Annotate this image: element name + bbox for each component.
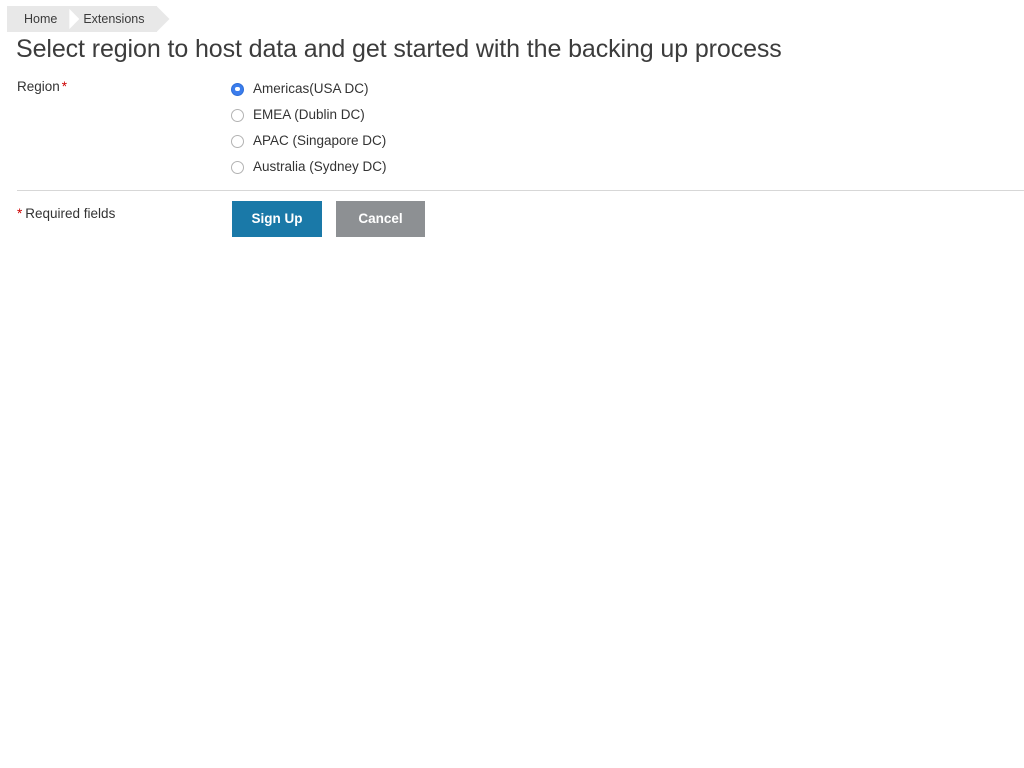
breadcrumb-item-label: Extensions [83, 11, 145, 26]
sign-up-button[interactable]: Sign Up [232, 201, 322, 237]
radio-unselected-icon[interactable] [231, 108, 244, 122]
breadcrumb-chevron-icon [156, 6, 170, 32]
radio-option-australia[interactable]: Australia (Sydney DC) [231, 154, 387, 180]
cancel-button[interactable]: Cancel [336, 201, 425, 237]
radio-option-americas[interactable]: Americas(USA DC) [231, 76, 387, 102]
radio-option-label: Americas(USA DC) [253, 81, 369, 97]
radio-option-label: APAC (Singapore DC) [253, 133, 387, 149]
page-title: Select region to host data and get start… [16, 35, 782, 63]
section-divider [17, 190, 1024, 191]
radio-unselected-icon[interactable] [231, 160, 244, 174]
breadcrumb: Home Extensions [7, 6, 170, 32]
region-radio-group: Americas(USA DC) EMEA (Dublin DC) APAC (… [231, 76, 387, 180]
radio-option-emea[interactable]: EMEA (Dublin DC) [231, 102, 387, 128]
radio-option-label: Australia (Sydney DC) [253, 159, 387, 175]
breadcrumb-item-label: Home [24, 11, 58, 26]
region-field-label: Region * [17, 79, 67, 94]
required-fields-note: * Required fields [17, 206, 115, 221]
region-label-text: Region [17, 79, 60, 94]
radio-option-apac[interactable]: APAC (Singapore DC) [231, 128, 387, 154]
breadcrumb-item-extensions[interactable]: Extensions [69, 6, 170, 32]
required-asterisk: * [61, 79, 68, 94]
radio-selected-icon[interactable] [231, 82, 244, 96]
page-root: Home Extensions Select region to host da… [0, 0, 1024, 768]
required-fields-text: Required fields [25, 206, 116, 221]
breadcrumb-item-home[interactable]: Home [7, 6, 83, 32]
radio-unselected-icon[interactable] [231, 134, 244, 148]
radio-option-label: EMEA (Dublin DC) [253, 107, 365, 123]
